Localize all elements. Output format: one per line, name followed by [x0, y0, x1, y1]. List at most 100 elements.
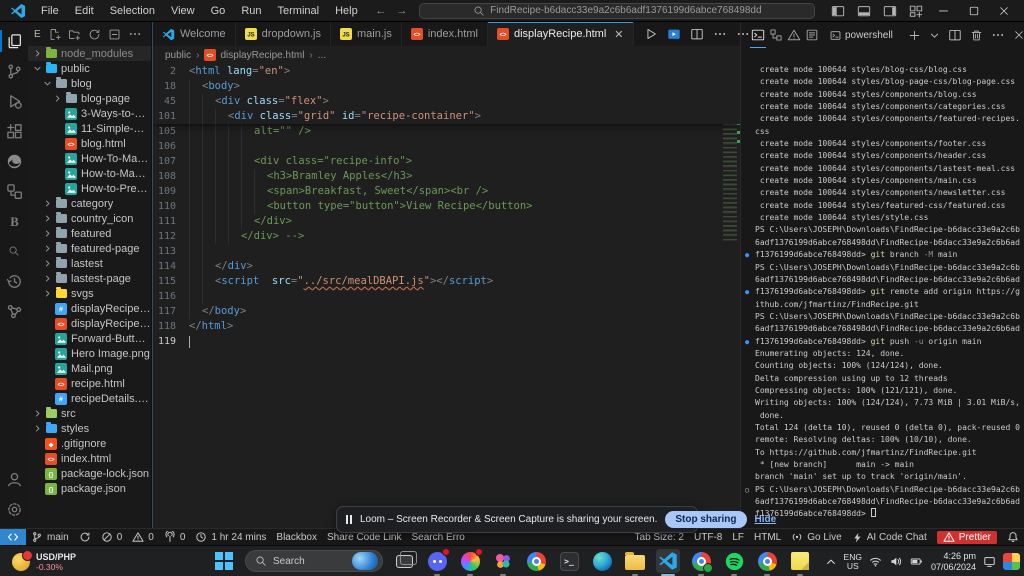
taskbar-task-view[interactable] [392, 549, 417, 573]
status-ai-code-chat[interactable]: AI Code Chat [847, 529, 932, 546]
explorer-item-package-json[interactable]: {} package.json [28, 481, 151, 496]
code-area[interactable]: 2 < html lang = "en" > 18 < body > 45 < div class =… [153, 64, 740, 528]
status-timer[interactable]: 1 hr 24 mins [190, 529, 271, 546]
layout-bottom-icon[interactable] [852, 1, 876, 21]
status-blackbox[interactable]: Blackbox [271, 529, 322, 546]
collapse-all-icon[interactable] [108, 28, 121, 41]
menu-edit[interactable]: Edit [68, 4, 101, 18]
status-go-live[interactable]: Go Live [786, 529, 846, 546]
run-icon[interactable] [644, 27, 658, 41]
tray-monitor-icon[interactable] [983, 555, 996, 568]
menu-go[interactable]: Go [204, 4, 233, 18]
layout-left-icon[interactable] [826, 1, 850, 21]
breadcrumb-item-[interactable]: ... [318, 50, 326, 61]
explorer-item-index-html[interactable]: <> index.html [28, 451, 151, 466]
tab-displayrecipe-html[interactable]: <> displayRecipe.html ✕ [487, 22, 634, 46]
breadcrumb-item-public[interactable]: public [165, 50, 191, 61]
explorer-item-how-to-preser[interactable]: How-to-Preser... [28, 181, 151, 196]
status-warnings[interactable]: 0 [127, 529, 159, 546]
tab-index-html[interactable]: <> index.html [401, 22, 488, 46]
taskbar-photos-app[interactable] [491, 549, 515, 576]
activity-search[interactable] [0, 236, 28, 266]
activity-history[interactable] [0, 266, 28, 296]
explorer-item-country-icon[interactable]: country_icon [28, 211, 151, 226]
tray-battery-icon[interactable] [909, 555, 924, 568]
status-eol[interactable]: LF [727, 529, 749, 546]
taskbar-sticky-notes[interactable] [788, 549, 812, 576]
live-preview-icon[interactable] [667, 27, 681, 41]
explorer-item-featured-page[interactable]: featured-page [28, 241, 151, 256]
explorer-item-blog[interactable]: blog [28, 76, 151, 91]
explorer-item-svgs[interactable]: svgs [28, 286, 151, 301]
tab-welcome[interactable]: Welcome [153, 22, 236, 46]
explorer-item-mail-png[interactable]: Mail.png [28, 361, 151, 376]
taskbar-spotify[interactable] [722, 549, 746, 576]
problems-tab-icon[interactable] [785, 22, 803, 48]
refresh-icon[interactable] [88, 28, 101, 41]
breadcrumb-item-displayrecipe-html[interactable]: <> displayRecipe.html [204, 49, 304, 61]
layout-grid-icon[interactable] [904, 1, 928, 21]
explorer-item-lastest[interactable]: lastest [28, 256, 151, 271]
taskbar-edge[interactable] [590, 549, 614, 573]
activity-blackbox[interactable]: B [0, 206, 28, 236]
explorer-item-category[interactable]: category [28, 196, 151, 211]
activity-explorer[interactable] [0, 26, 28, 56]
clock[interactable]: 4:26 pm 07/06/2024 [931, 551, 976, 572]
tray-volume-icon[interactable] [889, 555, 902, 568]
explorer-item-gitignore[interactable]: ◆ .gitignore [28, 436, 151, 451]
explorer-item-styles[interactable]: styles [28, 421, 151, 436]
explorer-item-3-ways-to-pre[interactable]: 3-Ways-to-Pre... [28, 106, 151, 121]
explorer-item-featured[interactable]: featured [28, 226, 151, 241]
status-prettier[interactable]: Prettier [936, 530, 997, 544]
explorer-item-displayrecipe-css[interactable]: # displayRecipe.css [28, 301, 151, 316]
start-button[interactable] [212, 549, 236, 573]
terminal-tab-icon[interactable] [749, 22, 767, 48]
terminal-plus-icon[interactable] [908, 29, 921, 42]
activity-account[interactable] [0, 464, 28, 494]
tray-chevron-up-icon[interactable] [825, 556, 837, 568]
taskbar-vscode[interactable] [656, 549, 680, 576]
taskbar-chrome-2[interactable] [755, 549, 779, 576]
explorer-item-how-to-make[interactable]: How-To-Make-... [28, 151, 151, 166]
terminal-output[interactable]: create mode 100644 styles/blog-css/blog.… [741, 48, 1024, 528]
explorer-item-how-to-make[interactable]: How-to-Make-... [28, 166, 151, 181]
new-file-icon[interactable] [48, 28, 61, 41]
taskbar-chrome-profile[interactable] [689, 549, 713, 576]
activity-run-debug[interactable] [0, 86, 28, 116]
new-folder-icon[interactable] [68, 28, 81, 41]
terminal-more-icon[interactable] [991, 28, 1005, 42]
status-language-mode[interactable]: HTML [749, 529, 786, 546]
language-indicator[interactable]: ENG US [844, 552, 862, 571]
activity-live-share[interactable] [0, 296, 28, 326]
taskbar-file-explorer[interactable] [623, 549, 647, 576]
stop-sharing-button[interactable]: Stop sharing [665, 511, 747, 528]
status-ports[interactable]: 0 [159, 529, 191, 546]
menu-view[interactable]: View [164, 4, 202, 18]
terminal-shell-title[interactable]: powershell [830, 30, 893, 41]
activity-edge-browser[interactable] [0, 146, 28, 176]
activity-source-control[interactable] [0, 56, 28, 86]
tray-wifi-icon[interactable] [869, 555, 882, 568]
explorer-item-forward-button[interactable]: Forward-Button.... [28, 331, 151, 346]
breadcrumb[interactable]: public › <> displayRecipe.html ›... [153, 46, 740, 64]
terminal-chevron-down-icon[interactable] [929, 30, 940, 41]
window-close-button[interactable] [990, 1, 1018, 21]
menu-selection[interactable]: Selection [103, 4, 162, 18]
taskbar-search[interactable]: Search [245, 550, 383, 572]
status-sync[interactable] [74, 529, 96, 546]
tab-main-js[interactable]: JS main.js [330, 22, 402, 46]
panels-tab-icon[interactable] [767, 22, 785, 48]
hide-link[interactable]: Hide [755, 514, 777, 525]
taskbar-chrome[interactable] [524, 549, 548, 573]
explorer-item-node-modules[interactable]: node_modules [28, 46, 151, 61]
menu-help[interactable]: Help [328, 4, 365, 18]
taskbar-terminal-app[interactable]: >_ [557, 549, 581, 573]
explorer-item-blog-page[interactable]: blog-page [28, 91, 151, 106]
taskbar-color-app[interactable] [458, 548, 483, 576]
status-notifications[interactable] [1002, 529, 1024, 546]
taskbar-chat-app[interactable] [425, 548, 450, 576]
explorer-item-hero-image-png[interactable]: Hero Image.png [28, 346, 151, 361]
status-remote[interactable] [0, 528, 26, 546]
menu-file[interactable]: File [34, 4, 66, 18]
terminal-trash-icon[interactable] [970, 29, 983, 42]
